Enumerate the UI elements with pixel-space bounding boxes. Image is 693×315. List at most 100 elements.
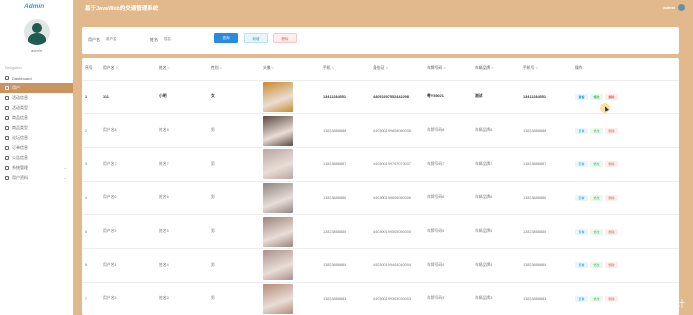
column-header-label: 姓名 bbox=[159, 66, 167, 71]
view-button[interactable]: 查看 bbox=[575, 127, 588, 134]
actions-cell: 查看 修改 删除 bbox=[572, 113, 679, 148]
row-delete-button[interactable]: 删除 bbox=[605, 93, 618, 100]
sort-icon[interactable]: ⇅ bbox=[115, 66, 118, 70]
cell-brand: 车辆品牌6 bbox=[472, 181, 520, 216]
column-header-label: 头像 bbox=[263, 66, 271, 71]
cell-brand: 车辆品牌7 bbox=[472, 147, 520, 182]
menu-item-icon bbox=[5, 76, 9, 80]
sort-icon[interactable]: ⇅ bbox=[332, 66, 335, 70]
column-header[interactable]: 操作 bbox=[572, 58, 679, 81]
column-header[interactable]: 身份证⇅ bbox=[370, 58, 424, 81]
view-button[interactable]: 查看 bbox=[575, 228, 588, 235]
cell-id: 44052397552442298 bbox=[370, 80, 424, 115]
cell-phone: 13823888884 bbox=[320, 248, 370, 283]
cell-gender: 男 bbox=[208, 181, 260, 216]
delete-button[interactable]: 删除 bbox=[273, 33, 297, 43]
sort-icon[interactable]: ⇅ bbox=[385, 66, 388, 70]
cell-phone: 13411284551 bbox=[320, 80, 370, 115]
sidebar-item[interactable]: 公告信息 bbox=[0, 153, 73, 163]
name-label: 姓名 bbox=[150, 37, 158, 42]
sort-icon[interactable]: ⇅ bbox=[535, 66, 538, 70]
cell-name: 姓名8 bbox=[156, 113, 208, 148]
cell-user: 用户名4 bbox=[100, 248, 156, 283]
edit-button[interactable]: 修改 bbox=[590, 228, 603, 235]
edit-button[interactable]: 修改 bbox=[590, 161, 603, 168]
column-header-label: 手机号 bbox=[523, 66, 535, 71]
sort-icon[interactable]: ⇅ bbox=[443, 66, 446, 70]
column-header[interactable]: 性别⇅ bbox=[208, 58, 260, 81]
sidebar-item-label: 用户资料 bbox=[12, 175, 28, 180]
row-delete-button[interactable]: 删除 bbox=[605, 127, 618, 134]
column-header[interactable]: 车辆品牌⇅ bbox=[472, 58, 520, 81]
sidebar-item[interactable]: 用户 bbox=[0, 83, 73, 93]
cell-gender: 女 bbox=[208, 80, 260, 115]
sidebar-item[interactable]: 订单信息 bbox=[0, 143, 73, 153]
header-admin-name[interactable]: admin bbox=[663, 5, 675, 10]
cell-plate: 车牌号码6 bbox=[424, 181, 472, 216]
edit-button[interactable]: 修改 bbox=[590, 93, 603, 100]
sort-icon[interactable]: ⇅ bbox=[491, 66, 494, 70]
cell-phone: 13823888886 bbox=[320, 181, 370, 216]
sidebar-item[interactable]: 用户资料 ⌄ bbox=[0, 173, 73, 183]
cell-name: 姓名6 bbox=[156, 181, 208, 216]
column-header[interactable]: 用户名⇅ bbox=[100, 58, 156, 81]
add-button[interactable]: 新增 bbox=[244, 33, 268, 43]
view-button[interactable]: 查看 bbox=[575, 93, 588, 100]
edit-button[interactable]: 修改 bbox=[590, 127, 603, 134]
edit-button[interactable]: 修改 bbox=[590, 262, 603, 269]
sidebar-item[interactable]: 活动类型 bbox=[0, 103, 73, 113]
menu-item-icon bbox=[5, 136, 9, 140]
column-header[interactable]: 手机号⇅ bbox=[520, 58, 572, 81]
row-delete-button[interactable]: 删除 bbox=[605, 262, 618, 269]
cell-idx: 2 bbox=[82, 113, 100, 148]
avatar-cell bbox=[260, 80, 320, 115]
cell-idx: 7 bbox=[82, 282, 100, 315]
column-header[interactable]: 姓名⇅ bbox=[156, 58, 208, 81]
name-input[interactable] bbox=[162, 35, 202, 43]
sidebar-item[interactable]: 商品信息 bbox=[0, 113, 73, 123]
edit-button[interactable]: 修改 bbox=[590, 194, 603, 201]
column-header[interactable]: 车牌号码⇅ bbox=[424, 58, 472, 81]
cell-user: 111 bbox=[100, 80, 156, 115]
avatar-image bbox=[263, 283, 293, 314]
avatar-cell bbox=[260, 214, 320, 249]
cell-id: 440300199707070007 bbox=[370, 147, 424, 182]
sidebar-item[interactable]: 活动信息 bbox=[0, 93, 73, 103]
sidebar-item-label: 论坛信息 bbox=[12, 135, 28, 140]
cell-gender: 男 bbox=[208, 147, 260, 182]
cell-id: 440300199303030003 bbox=[370, 282, 424, 315]
table-row: 4 用户名6 姓名6 男 13823888886 440300199606060006 车牌… bbox=[82, 181, 679, 216]
search-button[interactable]: 查询 bbox=[214, 33, 238, 43]
cell-id: 440300199404040004 bbox=[370, 248, 424, 283]
cell-name: 姓名5 bbox=[156, 214, 208, 249]
column-header[interactable]: 序号 bbox=[82, 58, 100, 81]
sidebar-item[interactable]: 商品类型 bbox=[0, 123, 73, 133]
column-header-label: 用户名 bbox=[103, 66, 115, 71]
menu-item-icon bbox=[5, 116, 9, 120]
avatar-image bbox=[263, 182, 293, 213]
avatar-cell bbox=[260, 147, 320, 182]
view-button[interactable]: 查看 bbox=[575, 262, 588, 269]
header-avatar-icon[interactable] bbox=[678, 4, 685, 11]
username-input[interactable] bbox=[104, 35, 144, 43]
sidebar-username: admin bbox=[31, 48, 42, 53]
table-row: 5 用户名5 姓名5 男 13823888885 440300199505050005 车牌… bbox=[82, 214, 679, 249]
sidebar-item[interactable]: 论坛信息 bbox=[0, 133, 73, 143]
view-button[interactable]: 查看 bbox=[575, 161, 588, 168]
row-delete-button[interactable]: 删除 bbox=[605, 228, 618, 235]
cell-brand: 车辆品牌5 bbox=[472, 214, 520, 249]
cell-idx: 1 bbox=[82, 80, 100, 115]
view-button[interactable]: 查看 bbox=[575, 295, 588, 302]
column-header[interactable]: 手机⇅ bbox=[320, 58, 370, 81]
sort-icon[interactable]: ⇅ bbox=[272, 66, 275, 70]
sort-icon[interactable]: ⇅ bbox=[220, 66, 223, 70]
row-delete-button[interactable]: 删除 bbox=[605, 161, 618, 168]
row-delete-button[interactable]: 删除 bbox=[605, 194, 618, 201]
column-header-label: 车牌号码 bbox=[427, 66, 443, 71]
sort-icon[interactable]: ⇅ bbox=[168, 66, 171, 70]
column-header[interactable]: 头像⇅ bbox=[260, 58, 320, 81]
view-button[interactable]: 查看 bbox=[575, 194, 588, 201]
avatar-cell bbox=[260, 181, 320, 216]
sidebar-item[interactable]: Dashboard bbox=[0, 73, 73, 83]
sidebar-item[interactable]: 系统管理 ⌄ bbox=[0, 163, 73, 173]
